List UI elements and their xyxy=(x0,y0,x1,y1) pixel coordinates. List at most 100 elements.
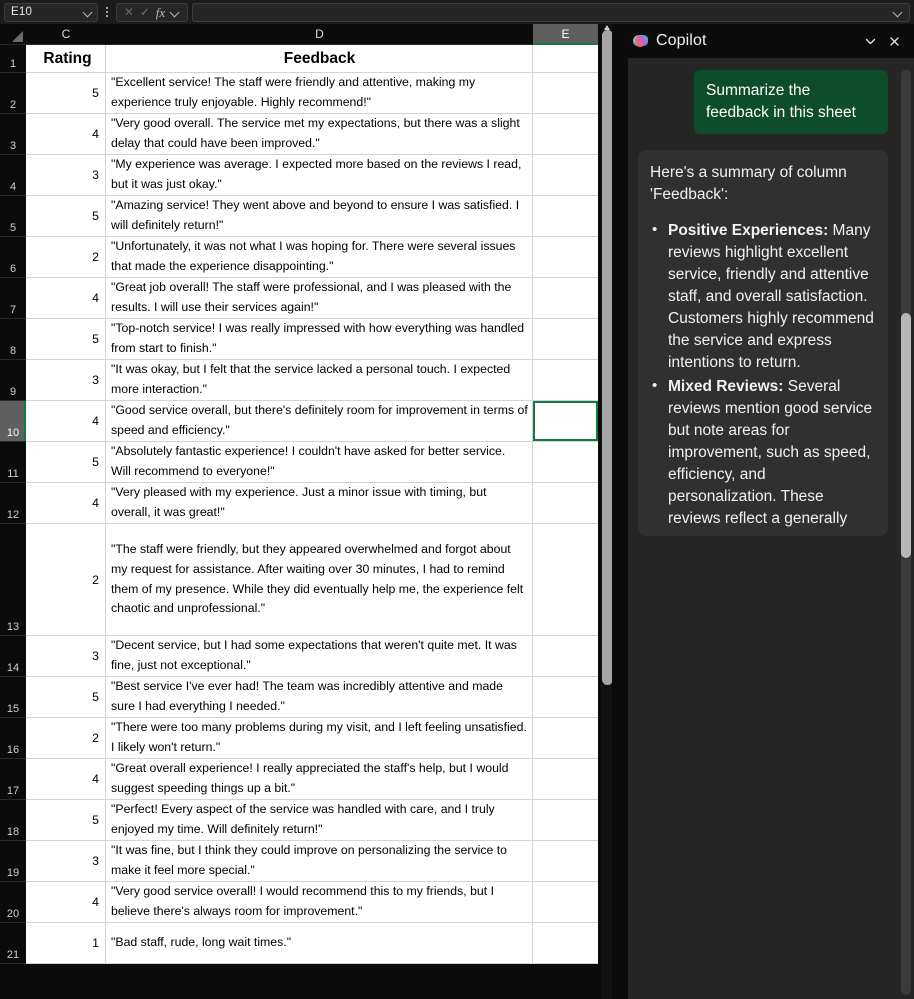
cell-d15[interactable]: "Best service I've ever had! The team wa… xyxy=(106,677,533,718)
cell-c19[interactable]: 3 xyxy=(26,841,106,882)
cell-d18[interactable]: "Perfect! Every aspect of the service wa… xyxy=(106,800,533,841)
cell-d5[interactable]: "Amazing service! They went above and be… xyxy=(106,196,533,237)
cell-c10[interactable]: 4 xyxy=(26,401,106,442)
row-header[interactable]: 8 xyxy=(0,319,26,360)
cell-d1[interactable]: Feedback xyxy=(106,45,533,73)
cell-c7[interactable]: 4 xyxy=(26,278,106,319)
copilot-vertical-scrollbar[interactable] xyxy=(898,58,914,999)
cell-c9[interactable]: 3 xyxy=(26,360,106,401)
cell-e19[interactable] xyxy=(533,841,598,882)
scrollbar-thumb[interactable] xyxy=(901,313,911,558)
cell-e20[interactable] xyxy=(533,882,598,923)
cell-e7[interactable] xyxy=(533,278,598,319)
more-options-icon[interactable] xyxy=(100,2,114,22)
row-header[interactable]: 4 xyxy=(0,155,26,196)
cell-e21[interactable] xyxy=(533,923,598,964)
cell-d3[interactable]: "Very good overall. The service met my e… xyxy=(106,114,533,155)
spreadsheet-grid[interactable]: C D E 1 Rating Feedback 2 5 "Excellent ser… xyxy=(0,24,620,999)
cell-e15[interactable] xyxy=(533,677,598,718)
cell-d7[interactable]: "Great job overall! The staff were profe… xyxy=(106,278,533,319)
cell-d2[interactable]: "Excellent service! The staff were frien… xyxy=(106,73,533,114)
cell-d17[interactable]: "Great overall experience! I really appr… xyxy=(106,759,533,800)
cell-c11[interactable]: 5 xyxy=(26,442,106,483)
cell-d8[interactable]: "Top-notch service! I was really impress… xyxy=(106,319,533,360)
row-header[interactable]: 11 xyxy=(0,442,26,483)
cell-e16[interactable] xyxy=(533,718,598,759)
cell-c20[interactable]: 4 xyxy=(26,882,106,923)
cell-e11[interactable] xyxy=(533,442,598,483)
cell-e18[interactable] xyxy=(533,800,598,841)
row-header[interactable]: 20 xyxy=(0,882,26,923)
cell-d9[interactable]: "It was okay, but I felt that the servic… xyxy=(106,360,533,401)
row-header[interactable]: 21 xyxy=(0,923,26,964)
cell-c6[interactable]: 2 xyxy=(26,237,106,278)
row-header[interactable]: 15 xyxy=(0,677,26,718)
row-header[interactable]: 6 xyxy=(0,237,26,278)
cell-c12[interactable]: 4 xyxy=(26,483,106,524)
cell-c5[interactable]: 5 xyxy=(26,196,106,237)
row-header[interactable]: 3 xyxy=(0,114,26,155)
fx-icon[interactable]: fx xyxy=(156,6,165,19)
cell-c13[interactable]: 2 xyxy=(26,524,106,636)
cell-d6[interactable]: "Unfortunately, it was not what I was ho… xyxy=(106,237,533,278)
cell-e13[interactable] xyxy=(533,524,598,636)
cell-d14[interactable]: "Decent service, but I had some expectat… xyxy=(106,636,533,677)
cell-c2[interactable]: 5 xyxy=(26,73,106,114)
cell-d20[interactable]: "Very good service overall! I would reco… xyxy=(106,882,533,923)
cell-d11[interactable]: "Absolutely fantastic experience! I coul… xyxy=(106,442,533,483)
column-header-e[interactable]: E xyxy=(533,24,598,45)
row-header[interactable]: 7 xyxy=(0,278,26,319)
cell-e12[interactable] xyxy=(533,483,598,524)
formula-input[interactable] xyxy=(192,2,910,22)
check-icon[interactable]: ✓ xyxy=(140,6,150,18)
cell-d16[interactable]: "There were too many problems during my … xyxy=(106,718,533,759)
cell-c14[interactable]: 3 xyxy=(26,636,106,677)
cell-c21[interactable]: 1 xyxy=(26,923,106,964)
cell-c16[interactable]: 2 xyxy=(26,718,106,759)
row-header[interactable]: 14 xyxy=(0,636,26,677)
cell-c3[interactable]: 4 xyxy=(26,114,106,155)
cell-e10[interactable] xyxy=(533,401,598,442)
close-icon[interactable]: ✕ xyxy=(124,6,134,18)
chevron-down-icon[interactable] xyxy=(171,8,180,17)
row-header[interactable]: 5 xyxy=(0,196,26,237)
cell-c1[interactable]: Rating xyxy=(26,45,106,73)
cell-e14[interactable] xyxy=(533,636,598,677)
chevron-down-icon[interactable] xyxy=(894,8,903,17)
cell-d4[interactable]: "My experience was average. I expected m… xyxy=(106,155,533,196)
row-header[interactable]: 13 xyxy=(0,524,26,636)
close-icon[interactable] xyxy=(882,29,906,53)
cell-c18[interactable]: 5 xyxy=(26,800,106,841)
row-header[interactable]: 16 xyxy=(0,718,26,759)
cell-d13[interactable]: "The staff were friendly, but they appea… xyxy=(106,524,533,636)
name-box[interactable]: E10 xyxy=(4,2,98,22)
cell-e5[interactable] xyxy=(533,196,598,237)
row-header[interactable]: 9 xyxy=(0,360,26,401)
cell-c17[interactable]: 4 xyxy=(26,759,106,800)
chevron-down-icon[interactable] xyxy=(84,8,93,17)
row-header[interactable]: 19 xyxy=(0,841,26,882)
row-header[interactable]: 10 xyxy=(0,401,26,442)
row-header[interactable]: 1 xyxy=(0,45,26,73)
chevron-down-icon[interactable] xyxy=(858,29,882,53)
cell-e9[interactable] xyxy=(533,360,598,401)
select-all-corner[interactable] xyxy=(0,24,26,45)
cell-c8[interactable]: 5 xyxy=(26,319,106,360)
cell-e3[interactable] xyxy=(533,114,598,155)
column-header-d[interactable]: D xyxy=(106,24,533,45)
cell-e17[interactable] xyxy=(533,759,598,800)
row-header[interactable]: 17 xyxy=(0,759,26,800)
cell-e4[interactable] xyxy=(533,155,598,196)
column-header-c[interactable]: C xyxy=(26,24,106,45)
cell-d10[interactable]: "Good service overall, but there's defin… xyxy=(106,401,533,442)
row-header[interactable]: 2 xyxy=(0,73,26,114)
cell-e8[interactable] xyxy=(533,319,598,360)
row-header[interactable]: 18 xyxy=(0,800,26,841)
cell-c4[interactable]: 3 xyxy=(26,155,106,196)
cell-d19[interactable]: "It was fine, but I think they could imp… xyxy=(106,841,533,882)
cell-e2[interactable] xyxy=(533,73,598,114)
cell-d12[interactable]: "Very pleased with my experience. Just a… xyxy=(106,483,533,524)
cell-e6[interactable] xyxy=(533,237,598,278)
cell-d21[interactable]: "Bad staff, rude, long wait times." xyxy=(106,923,533,964)
cell-e1[interactable] xyxy=(533,45,598,73)
